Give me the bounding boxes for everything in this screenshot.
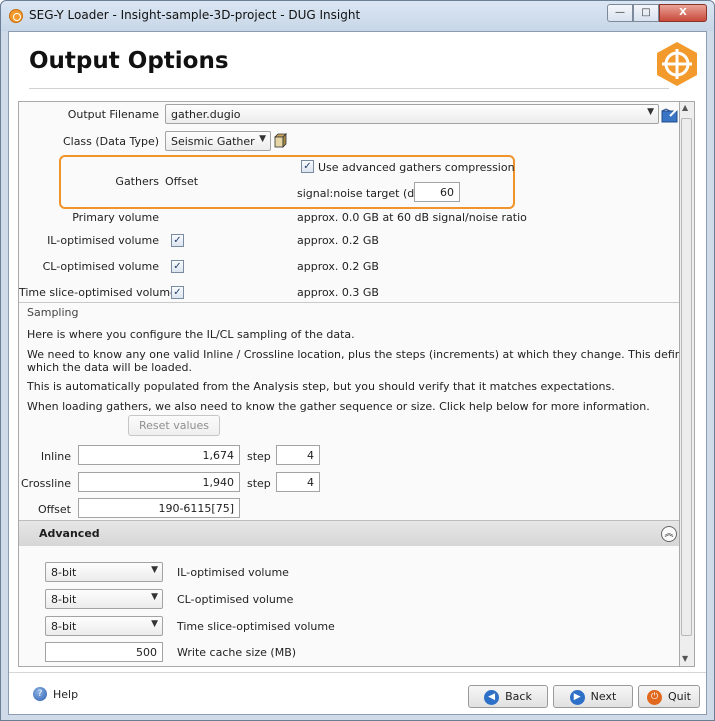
write-cache-label: Write cache size (MB) — [177, 646, 297, 659]
collapse-icon[interactable]: ︽ — [661, 526, 677, 542]
cl-volume-checkbox[interactable]: ✓ — [171, 260, 184, 273]
vertical-scrollbar[interactable]: ▲ ▼ — [680, 101, 695, 667]
chevron-down-icon: ▼ — [151, 619, 158, 629]
il-bits-value: 8-bit — [51, 566, 77, 579]
application-window: SEG-Y Loader - Insight-sample-3D-project… — [0, 0, 715, 721]
dug-logo-icon — [657, 42, 697, 86]
back-label: Back — [505, 690, 532, 703]
next-button[interactable]: ▶ Next — [553, 685, 633, 708]
quit-button[interactable]: ⏻ Quit — [638, 685, 700, 708]
inline-step-input[interactable]: 4 — [276, 445, 320, 465]
cl-volume-info: approx. 0.2 GB — [297, 260, 379, 273]
crossline-step-label: step — [247, 477, 271, 490]
gathers-value: Offset — [165, 175, 199, 188]
offset-label: Offset — [37, 503, 71, 516]
arrow-right-icon: ▶ — [569, 689, 585, 705]
help-link[interactable]: Help — [53, 688, 78, 701]
wizard-panel: Output Options Output Filename gather.du… — [8, 31, 707, 715]
ts-bits-value: 8-bit — [51, 620, 77, 633]
write-cache-input[interactable]: 500 — [45, 642, 163, 662]
ts-volume-checkbox[interactable]: ✓ — [171, 286, 184, 299]
class-value: Seismic Gather — [171, 135, 255, 148]
maximize-button[interactable]: □ — [633, 4, 659, 22]
app-logo-icon — [9, 9, 23, 23]
crossline-step-input[interactable]: 4 — [276, 472, 320, 492]
close-button[interactable]: X — [659, 4, 707, 22]
folder-open-icon[interactable] — [661, 107, 679, 123]
scroll-down-icon[interactable]: ▼ — [682, 654, 688, 663]
minimize-button[interactable]: — — [607, 4, 633, 22]
inline-label: Inline — [40, 450, 71, 463]
advanced-compression-label: Use advanced gathers compression — [318, 161, 515, 174]
inline-input[interactable]: 1,674 — [78, 445, 240, 465]
inline-step-label: step — [247, 450, 271, 463]
arrow-left-icon: ◀ — [484, 689, 500, 705]
crossline-input[interactable]: 1,940 — [78, 472, 240, 492]
chevron-down-icon: ▼ — [151, 592, 158, 602]
wizard-header: Output Options — [9, 32, 706, 98]
adv-il-label: IL-optimised volume — [177, 566, 289, 579]
scrollbar-thumb[interactable] — [681, 118, 692, 636]
gathers-label: Gathers — [115, 175, 159, 188]
chevron-down-icon: ▼ — [151, 565, 158, 575]
class-select[interactable]: Seismic Gather ▼ — [165, 131, 271, 151]
il-volume-label: IL-optimised volume — [47, 234, 159, 247]
header-divider — [29, 88, 669, 89]
title-bar[interactable]: SEG-Y Loader - Insight-sample-3D-project… — [1, 1, 714, 31]
quit-label: Quit — [668, 690, 691, 703]
page-title: Output Options — [29, 48, 229, 74]
advanced-section-header[interactable]: Advanced ︽ — [19, 520, 679, 546]
primary-volume-info: approx. 0.0 GB at 60 dB signal/noise rat… — [297, 211, 527, 224]
advanced-compression-checkbox[interactable]: ✓ — [301, 160, 314, 173]
ts-volume-label: Time slice-optimised volume — [19, 286, 177, 299]
advanced-title: Advanced — [39, 527, 100, 540]
chevron-down-icon: ▼ — [259, 134, 266, 144]
sampling-text-2b: which the data will be loaded. — [27, 361, 193, 374]
cube-icon — [274, 133, 287, 148]
wizard-footer: ? Help ◀ Back ▶ Next ⏻ Quit — [9, 672, 706, 714]
cl-volume-label: CL-optimised volume — [42, 260, 159, 273]
back-button[interactable]: ◀ Back — [468, 685, 548, 708]
cl-bits-select[interactable]: 8-bit ▼ — [45, 589, 163, 609]
adv-cl-label: CL-optimised volume — [177, 593, 294, 606]
output-filename-value: gather.dugio — [171, 108, 241, 121]
sampling-text-3: This is automatically populated from the… — [27, 380, 615, 393]
sampling-text-4: When loading gathers, we also need to kn… — [27, 400, 650, 413]
cl-bits-value: 8-bit — [51, 593, 77, 606]
il-volume-checkbox[interactable]: ✓ — [171, 234, 184, 247]
chevron-down-icon: ▼ — [647, 107, 654, 117]
section-divider — [19, 302, 679, 303]
class-label: Class (Data Type) — [62, 135, 159, 148]
help-icon[interactable]: ? — [33, 687, 47, 701]
adv-ts-label: Time slice-optimised volume — [177, 620, 335, 633]
ts-volume-info: approx. 0.3 GB — [297, 286, 379, 299]
il-volume-info: approx. 0.2 GB — [297, 234, 379, 247]
snr-label: signal:noise target (dB) — [297, 187, 427, 200]
power-icon: ⏻ — [647, 689, 662, 705]
ts-bits-select[interactable]: 8-bit ▼ — [45, 616, 163, 636]
output-filename-combo[interactable]: gather.dugio ▼ — [165, 104, 659, 124]
next-label: Next — [590, 690, 617, 703]
il-bits-select[interactable]: 8-bit ▼ — [45, 562, 163, 582]
crossline-label: Crossline — [20, 477, 71, 490]
output-filename-label: Output Filename — [67, 108, 159, 121]
scroll-up-icon[interactable]: ▲ — [682, 103, 688, 112]
offset-input[interactable]: 190-6115[75] — [78, 498, 240, 518]
snr-input[interactable]: 60 — [414, 182, 460, 202]
sampling-text-2a: We need to know any one valid Inline / C… — [27, 348, 679, 361]
sampling-section-label: Sampling — [27, 306, 79, 319]
reset-values-button[interactable]: Reset values — [128, 415, 220, 436]
options-scroll-area[interactable]: Output Filename gather.dugio ▼ Class (Da… — [18, 101, 680, 667]
primary-volume-label: Primary volume — [72, 211, 159, 224]
sampling-text-1: Here is where you configure the IL/CL sa… — [27, 328, 355, 341]
window-title: SEG-Y Loader - Insight-sample-3D-project… — [29, 8, 361, 22]
